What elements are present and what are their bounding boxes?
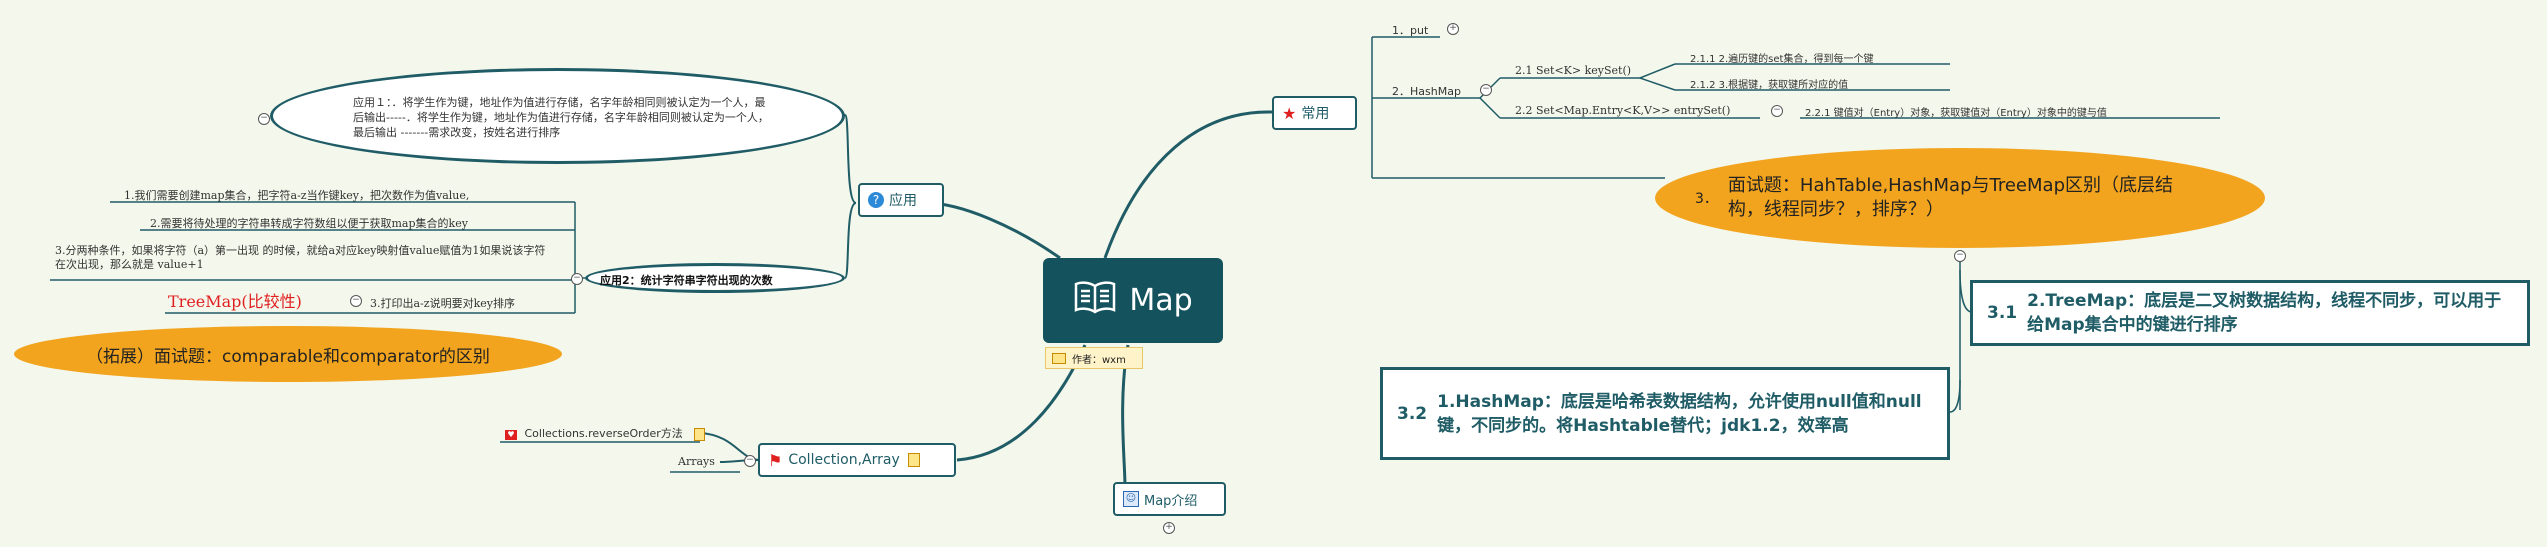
central-title: Map: [1129, 283, 1193, 318]
topic-intro-label: Map介绍: [1144, 493, 1198, 509]
app2-ellipse[interactable]: 应用2：统计字符串字符出现的次数: [585, 263, 845, 293]
author-badge: 作者：wxm: [1045, 347, 1143, 369]
node-reverse-order[interactable]: ♥ Collections.reverseOrder方法: [505, 425, 706, 441]
help-icon: ?: [868, 192, 884, 208]
node-keyset-2[interactable]: 2.1.2 3.根据键，获取键所对应的值: [1690, 76, 1848, 91]
treemap-box[interactable]: 3.1 2.TreeMap：底层是二叉树数据结构，线程不同步，可以用于给Map集…: [1970, 280, 2530, 346]
node-arrays[interactable]: Arrays: [678, 455, 715, 468]
author-label: 作者：wxm: [1072, 354, 1126, 366]
hashmap-text: 1.HashMap：底层是哈希表数据结构，允许使用null值和null键，不同步…: [1437, 391, 1922, 436]
topic-application[interactable]: ? 应用: [858, 183, 944, 217]
node-put[interactable]: 1．put: [1392, 22, 1428, 38]
central-topic[interactable]: Map: [1043, 258, 1223, 343]
topic-application-label: 应用: [889, 193, 917, 209]
app1-text: 应用１：．将学生作为键，地址作为值进行存储，名字年龄相同则被认定为一个人，最后输…: [353, 96, 769, 139]
treemap-comparable[interactable]: TreeMap(比较性): [168, 288, 302, 312]
note-icon: [907, 453, 920, 467]
ext-interview-ellipse[interactable]: （拓展）面试题：comparable和comparator的区别: [14, 326, 562, 382]
topic-common[interactable]: ★ 常用: [1272, 96, 1357, 130]
collapse-icon[interactable]: −: [571, 273, 583, 285]
star-icon: ★: [1282, 103, 1297, 123]
flag-icon: ⚑: [768, 450, 783, 470]
note-icon: [1052, 352, 1066, 364]
topic-collection-label: Collection,Array: [788, 452, 900, 468]
interview-3-text: 面试题：HahTable,HashMap与TreeMap区别（底层结构，线程同步…: [1727, 175, 2173, 220]
hashmap-number: 3.2: [1397, 403, 1428, 424]
collapse-icon[interactable]: −: [744, 455, 756, 467]
app2-text: 应用2：统计字符串字符出现的次数: [600, 274, 773, 287]
topic-common-label: 常用: [1301, 106, 1330, 122]
expand-icon[interactable]: +: [1163, 522, 1175, 534]
collapse-icon[interactable]: −: [350, 295, 362, 307]
hashmap-box[interactable]: 3.2 1.HashMap：底层是哈希表数据结构，允许使用null值和null键…: [1380, 367, 1950, 460]
step-4[interactable]: 3.打印出a-z说明要对key排序: [370, 295, 515, 311]
step-3[interactable]: 3.分两种条件，如果将字符（a）第一出现 的时候，就给a对应key映射值valu…: [55, 244, 555, 272]
note-icon: [694, 427, 706, 441]
interview-3-ellipse[interactable]: 3． 面试题：HahTable,HashMap与TreeMap区别（底层结构，线…: [1655, 148, 2265, 248]
book-icon: [1073, 280, 1117, 322]
node-keyset-1[interactable]: 2.1.1 2.遍历键的set集合，得到每一个键: [1690, 50, 1873, 65]
interview-3-number: 3．: [1695, 191, 1718, 207]
node-entryset-1[interactable]: 2.2.1 键值对（Entry）对象，获取键值对（Entry）对象中的键与值: [1805, 104, 2107, 119]
step-1[interactable]: 1.我们需要创建map集合，把字符a-z当作键key，把次数作为值value,: [124, 187, 469, 203]
heart-icon: ♥: [505, 430, 517, 440]
topic-intro[interactable]: ☺ Map介绍: [1113, 482, 1226, 516]
contact-icon: ☺: [1123, 491, 1139, 507]
app1-ellipse[interactable]: 应用１：．将学生作为键，地址作为值进行存储，名字年龄相同则被认定为一个人，最后输…: [270, 68, 845, 164]
ext-interview-text: （拓展）面试题：comparable和comparator的区别: [86, 346, 490, 367]
link-common: [1103, 110, 1273, 259]
node-entryset[interactable]: 2.2 Set<Map.Entry<K,V>> entrySet(): [1515, 104, 1730, 117]
node-hashmap[interactable]: 2．HashMap: [1392, 83, 1461, 99]
topic-collection[interactable]: ⚑ Collection,Array: [758, 443, 956, 477]
node-keyset[interactable]: 2.1 Set<K> keySet(): [1515, 64, 1631, 77]
treemap-text: 2.TreeMap：底层是二叉树数据结构，线程不同步，可以用于给Map集合中的键…: [2027, 291, 2502, 335]
collapse-icon[interactable]: −: [1954, 250, 1966, 262]
step-2[interactable]: 2.需要将待处理的字符串转成字符数组以便于获取map集合的key: [150, 215, 468, 231]
reverse-order-label: Collections.reverseOrder方法: [524, 427, 683, 440]
collapse-icon[interactable]: −: [1480, 84, 1492, 96]
treemap-number: 3.1: [1987, 303, 2018, 323]
expand-icon[interactable]: +: [1447, 23, 1459, 35]
collapse-icon[interactable]: −: [1771, 105, 1783, 117]
collapse-icon[interactable]: −: [258, 113, 270, 125]
